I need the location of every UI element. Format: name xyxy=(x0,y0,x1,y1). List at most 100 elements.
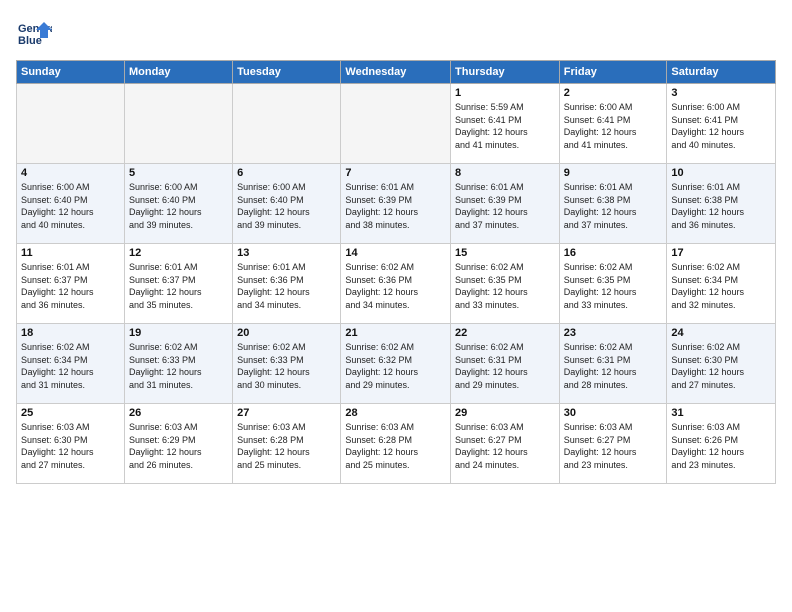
calendar-cell: 27 Sunrise: 6:03 AM Sunset: 6:28 PM Dayli… xyxy=(233,404,341,484)
day-info: Sunrise: 6:03 AM Sunset: 6:28 PM Dayligh… xyxy=(237,421,336,471)
day-number: 9 xyxy=(564,167,663,179)
calendar-cell: 18 Sunrise: 6:02 AM Sunset: 6:34 PM Dayli… xyxy=(17,324,125,404)
calendar-cell: 17 Sunrise: 6:02 AM Sunset: 6:34 PM Dayli… xyxy=(667,244,776,324)
calendar-cell: 21Sunrise: 6:02 AM Sunset: 6:32 PM Dayli… xyxy=(341,324,451,404)
day-info: Sunrise: 6:01 AM Sunset: 6:38 PM Dayligh… xyxy=(564,181,663,231)
calendar-cell: 25 Sunrise: 6:03 AM Sunset: 6:30 PM Dayli… xyxy=(17,404,125,484)
calendar-cell: 28 Sunrise: 6:03 AM Sunset: 6:28 PM Dayli… xyxy=(341,404,451,484)
day-info: Sunrise: 6:02 AM Sunset: 6:32 PM Dayligh… xyxy=(345,341,446,391)
day-info: Sunrise: 6:01 AM Sunset: 6:39 PM Dayligh… xyxy=(455,181,555,231)
weekday-header: Thursday xyxy=(451,61,560,84)
day-info: Sunrise: 6:02 AM Sunset: 6:35 PM Dayligh… xyxy=(455,261,555,311)
day-info: Sunrise: 6:00 AM Sunset: 6:40 PM Dayligh… xyxy=(237,181,336,231)
calendar-cell xyxy=(233,84,341,164)
day-number: 2 xyxy=(564,87,663,99)
weekday-header: Tuesday xyxy=(233,61,341,84)
day-number: 1 xyxy=(455,87,555,99)
day-info: Sunrise: 6:02 AM Sunset: 6:33 PM Dayligh… xyxy=(237,341,336,391)
svg-text:Blue: Blue xyxy=(18,35,42,47)
day-info: Sunrise: 5:59 AM Sunset: 6:41 PM Dayligh… xyxy=(455,101,555,151)
day-info: Sunrise: 6:02 AM Sunset: 6:31 PM Dayligh… xyxy=(564,341,663,391)
calendar-cell: 3 Sunrise: 6:00 AM Sunset: 6:41 PM Daylig… xyxy=(667,84,776,164)
calendar-cell: 7 Sunrise: 6:01 AM Sunset: 6:39 PM Daylig… xyxy=(341,164,451,244)
day-info: Sunrise: 6:03 AM Sunset: 6:29 PM Dayligh… xyxy=(129,421,228,471)
page-header: General Blue xyxy=(16,16,776,52)
calendar-cell: 4 Sunrise: 6:00 AM Sunset: 6:40 PM Daylig… xyxy=(17,164,125,244)
weekday-header: Wednesday xyxy=(341,61,451,84)
day-number: 18 xyxy=(21,327,120,339)
day-info: Sunrise: 6:00 AM Sunset: 6:40 PM Dayligh… xyxy=(129,181,228,231)
calendar-cell: 22 Sunrise: 6:02 AM Sunset: 6:31 PM Dayli… xyxy=(451,324,560,404)
calendar-cell: 12 Sunrise: 6:01 AM Sunset: 6:37 PM Dayli… xyxy=(124,244,232,324)
calendar-cell: 1 Sunrise: 5:59 AM Sunset: 6:41 PM Daylig… xyxy=(451,84,560,164)
day-number: 11 xyxy=(21,247,120,259)
calendar-cell: 5 Sunrise: 6:00 AM Sunset: 6:40 PM Daylig… xyxy=(124,164,232,244)
day-info: Sunrise: 6:02 AM Sunset: 6:33 PM Dayligh… xyxy=(129,341,228,391)
calendar-cell: 9 Sunrise: 6:01 AM Sunset: 6:38 PM Daylig… xyxy=(559,164,667,244)
calendar-cell: 29Sunrise: 6:03 AM Sunset: 6:27 PM Dayli… xyxy=(451,404,560,484)
day-number: 8 xyxy=(455,167,555,179)
calendar-cell: 15 Sunrise: 6:02 AM Sunset: 6:35 PM Dayli… xyxy=(451,244,560,324)
day-number: 15 xyxy=(455,247,555,259)
day-info: Sunrise: 6:02 AM Sunset: 6:36 PM Dayligh… xyxy=(345,261,446,311)
day-info: Sunrise: 6:01 AM Sunset: 6:38 PM Dayligh… xyxy=(671,181,771,231)
day-number: 3 xyxy=(671,87,771,99)
calendar-cell: 23Sunrise: 6:02 AM Sunset: 6:31 PM Dayli… xyxy=(559,324,667,404)
calendar-cell: 26Sunrise: 6:03 AM Sunset: 6:29 PM Dayli… xyxy=(124,404,232,484)
day-info: Sunrise: 6:03 AM Sunset: 6:28 PM Dayligh… xyxy=(345,421,446,471)
day-info: Sunrise: 6:01 AM Sunset: 6:39 PM Dayligh… xyxy=(345,181,446,231)
day-info: Sunrise: 6:02 AM Sunset: 6:31 PM Dayligh… xyxy=(455,341,555,391)
day-number: 25 xyxy=(21,407,120,419)
day-number: 14 xyxy=(345,247,446,259)
calendar-cell: 14 Sunrise: 6:02 AM Sunset: 6:36 PM Dayli… xyxy=(341,244,451,324)
weekday-header: Monday xyxy=(124,61,232,84)
calendar-cell: 6Sunrise: 6:00 AM Sunset: 6:40 PM Daylig… xyxy=(233,164,341,244)
day-info: Sunrise: 6:01 AM Sunset: 6:37 PM Dayligh… xyxy=(129,261,228,311)
day-number: 22 xyxy=(455,327,555,339)
day-number: 31 xyxy=(671,407,771,419)
day-number: 24 xyxy=(671,327,771,339)
day-number: 19 xyxy=(129,327,228,339)
day-number: 4 xyxy=(21,167,120,179)
day-info: Sunrise: 6:01 AM Sunset: 6:36 PM Dayligh… xyxy=(237,261,336,311)
calendar-cell: 24 Sunrise: 6:02 AM Sunset: 6:30 PM Dayli… xyxy=(667,324,776,404)
day-info: Sunrise: 6:00 AM Sunset: 6:40 PM Dayligh… xyxy=(21,181,120,231)
calendar-cell: 8 Sunrise: 6:01 AM Sunset: 6:39 PM Daylig… xyxy=(451,164,560,244)
calendar-cell xyxy=(17,84,125,164)
day-number: 10 xyxy=(671,167,771,179)
day-number: 13 xyxy=(237,247,336,259)
calendar-cell: 30 Sunrise: 6:03 AM Sunset: 6:27 PM Dayli… xyxy=(559,404,667,484)
calendar-cell: 31 Sunrise: 6:03 AM Sunset: 6:26 PM Dayli… xyxy=(667,404,776,484)
day-info: Sunrise: 6:03 AM Sunset: 6:27 PM Dayligh… xyxy=(564,421,663,471)
logo-icon: General Blue xyxy=(16,16,52,52)
day-info: Sunrise: 6:03 AM Sunset: 6:30 PM Dayligh… xyxy=(21,421,120,471)
day-info: Sunrise: 6:01 AM Sunset: 6:37 PM Dayligh… xyxy=(21,261,120,311)
day-number: 28 xyxy=(345,407,446,419)
day-number: 17 xyxy=(671,247,771,259)
day-number: 20 xyxy=(237,327,336,339)
day-info: Sunrise: 6:02 AM Sunset: 6:30 PM Dayligh… xyxy=(671,341,771,391)
weekday-header: Friday xyxy=(559,61,667,84)
day-number: 30 xyxy=(564,407,663,419)
day-number: 29 xyxy=(455,407,555,419)
calendar-cell: 19 Sunrise: 6:02 AM Sunset: 6:33 PM Dayli… xyxy=(124,324,232,404)
day-number: 16 xyxy=(564,247,663,259)
calendar-cell: 20 Sunrise: 6:02 AM Sunset: 6:33 PM Dayli… xyxy=(233,324,341,404)
calendar-cell: 16Sunrise: 6:02 AM Sunset: 6:35 PM Dayli… xyxy=(559,244,667,324)
calendar-cell xyxy=(124,84,232,164)
day-info: Sunrise: 6:03 AM Sunset: 6:26 PM Dayligh… xyxy=(671,421,771,471)
day-info: Sunrise: 6:02 AM Sunset: 6:34 PM Dayligh… xyxy=(671,261,771,311)
day-info: Sunrise: 6:02 AM Sunset: 6:34 PM Dayligh… xyxy=(21,341,120,391)
calendar-cell xyxy=(341,84,451,164)
calendar-cell: 10 Sunrise: 6:01 AM Sunset: 6:38 PM Dayli… xyxy=(667,164,776,244)
calendar-cell: 11 Sunrise: 6:01 AM Sunset: 6:37 PM Dayli… xyxy=(17,244,125,324)
day-number: 5 xyxy=(129,167,228,179)
day-info: Sunrise: 6:00 AM Sunset: 6:41 PM Dayligh… xyxy=(564,101,663,151)
day-number: 7 xyxy=(345,167,446,179)
calendar-table: SundayMondayTuesdayWednesdayThursdayFrid… xyxy=(16,60,776,484)
logo: General Blue xyxy=(16,16,56,52)
day-number: 12 xyxy=(129,247,228,259)
day-info: Sunrise: 6:00 AM Sunset: 6:41 PM Dayligh… xyxy=(671,101,771,151)
day-number: 27 xyxy=(237,407,336,419)
weekday-header: Sunday xyxy=(17,61,125,84)
